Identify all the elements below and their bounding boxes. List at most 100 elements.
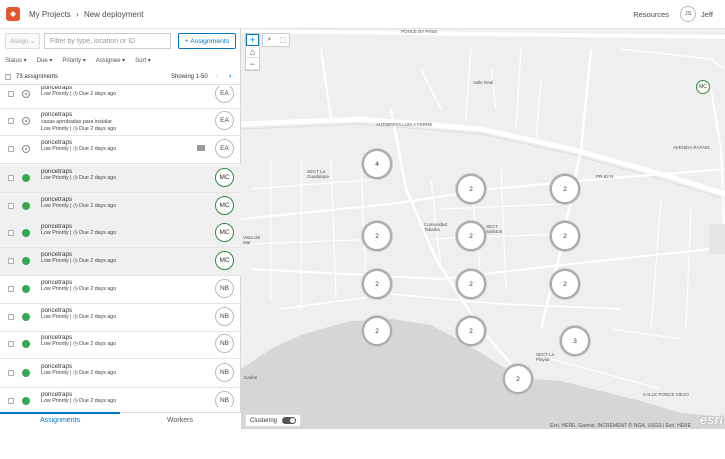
assigned-status-icon: [22, 229, 30, 237]
map-cluster[interactable]: 2: [550, 174, 580, 204]
row-checkbox[interactable]: [8, 286, 14, 292]
map-label: Caribe: [244, 375, 258, 380]
item-due: ◷ Due 2 days ago: [73, 370, 117, 376]
tab-workers[interactable]: Workers: [120, 413, 240, 459]
list-item[interactable]: poncetraps Low Priority | ◷ Due 2 days ag…: [0, 304, 241, 332]
list-item[interactable]: poncetraps Low Priority | ◷ Due 2 days ag…: [0, 220, 241, 248]
item-due: ◷ Due 2 days ago: [73, 91, 117, 97]
row-checkbox[interactable]: [8, 398, 14, 404]
item-meta: Low Priority | ◷ Due 2 days ago: [41, 398, 116, 404]
filter-sort[interactable]: Sort ▾: [135, 57, 151, 64]
breadcrumb-parent[interactable]: My Projects: [29, 10, 71, 19]
list-item[interactable]: poncetraps Low Priority | ◷ Due 2 days ag…: [0, 331, 241, 359]
prev-page-icon[interactable]: ‹: [216, 71, 219, 80]
assignee-avatar[interactable]: EA: [215, 86, 234, 103]
item-priority: Low Priority: [41, 175, 69, 181]
assigned-status-icon: [22, 313, 30, 321]
row-checkbox[interactable]: [8, 91, 14, 97]
item-due: ◷ Due 2 days ago: [73, 258, 117, 264]
add-assignments-button[interactable]: + Assignments: [178, 33, 236, 49]
map-cluster[interactable]: 3: [560, 326, 590, 356]
item-due: ◷ Due 2 days ago: [73, 175, 117, 181]
list-item[interactable]: poncetraps Low Priority | ◷ Due 2 days ag…: [0, 165, 241, 193]
filter-due[interactable]: Due ▾: [37, 57, 53, 64]
map-cluster[interactable]: 2: [362, 316, 392, 346]
top-bar: My Projects › New deployment Resources J…: [0, 0, 725, 29]
map-cluster[interactable]: 2: [550, 269, 580, 299]
clustering-toggle[interactable]: [282, 417, 297, 424]
assignee-avatar[interactable]: NB: [215, 391, 234, 407]
map-label: Vista del Mar: [243, 235, 261, 245]
map-cluster[interactable]: 2: [456, 269, 486, 299]
map-search-icon[interactable]: ⌕: [263, 34, 276, 46]
assigned-status-icon: [22, 285, 30, 293]
map-label: Comunidad Tabaiba: [424, 222, 448, 232]
list-item[interactable]: poncetraps casas aprobadas para instalar L…: [0, 108, 241, 136]
assignee-avatar[interactable]: EA: [215, 111, 234, 130]
assignee-avatar[interactable]: NB: [215, 279, 234, 298]
assignee-avatar[interactable]: EA: [215, 139, 234, 158]
row-checkbox[interactable]: [8, 341, 14, 347]
resources-link[interactable]: Resources: [633, 10, 669, 19]
user-avatar[interactable]: JS: [680, 6, 697, 22]
map-label: SECT La Playita: [536, 352, 555, 362]
row-checkbox[interactable]: [8, 230, 14, 236]
worker-marker[interactable]: MC: [696, 80, 710, 94]
map-cluster[interactable]: 4: [362, 149, 392, 179]
map-cluster[interactable]: 2: [456, 221, 486, 251]
list-item[interactable]: poncetraps Low Priority | ◷ Due 2 days ag…: [0, 388, 241, 407]
filter-search-input[interactable]: [44, 33, 171, 49]
next-page-icon[interactable]: ›: [229, 71, 232, 80]
row-checkbox[interactable]: [8, 258, 14, 264]
clustering-toggle-box: Clustering: [245, 414, 302, 427]
assignee-avatar[interactable]: NB: [215, 334, 234, 353]
map-cluster[interactable]: 2: [362, 221, 392, 251]
assigned-status-icon: [22, 397, 30, 405]
item-meta: Low Priority | ◷ Due 2 days ago: [41, 146, 116, 152]
select-area-icon[interactable]: ⬚: [276, 34, 289, 46]
map-cluster[interactable]: 2: [503, 364, 533, 394]
item-priority: Low Priority: [41, 398, 69, 404]
filter-assignee[interactable]: Assignee ▾: [96, 57, 125, 64]
filter-priority[interactable]: Priority ▾: [62, 57, 85, 64]
list-item[interactable]: poncetraps Low Priority | ◷ Due 2 days ag…: [0, 193, 241, 221]
map-cluster[interactable]: 2: [362, 269, 392, 299]
comment-icon: [197, 145, 205, 151]
map-view[interactable]: PONCE BY PASS AUTOPISTA LUIS A FERRE PR-…: [241, 29, 725, 429]
row-checkbox[interactable]: [8, 146, 14, 152]
tab-assignments[interactable]: Assignments: [0, 412, 120, 459]
assignee-avatar[interactable]: NB: [215, 307, 234, 326]
assignee-avatar[interactable]: MC: [215, 196, 234, 215]
row-checkbox[interactable]: [8, 175, 14, 181]
list-item[interactable]: poncetraps Low Priority | ◷ Due 2 days ag…: [0, 248, 241, 276]
row-checkbox[interactable]: [8, 118, 14, 124]
assignee-avatar[interactable]: NB: [215, 363, 234, 382]
zoom-out-button[interactable]: −: [246, 58, 259, 70]
assignee-avatar[interactable]: MC: [215, 223, 234, 242]
map-cluster[interactable]: 2: [456, 316, 486, 346]
row-checkbox[interactable]: [8, 203, 14, 209]
map-label: Valle Real: [473, 80, 494, 85]
row-checkbox[interactable]: [8, 370, 14, 376]
item-title: poncetraps: [41, 391, 73, 398]
map-cluster[interactable]: 2: [456, 174, 486, 204]
user-name[interactable]: Jeff: [701, 10, 713, 19]
assignee-avatar[interactable]: MC: [215, 251, 234, 270]
list-item[interactable]: poncetraps Low Priority | ◷ Due 2 days ag…: [0, 276, 241, 304]
assign-dropdown-button[interactable]: Assign ⌄: [5, 33, 40, 49]
select-all-checkbox[interactable]: [5, 73, 11, 80]
list-item[interactable]: poncetraps Low Priority | ◷ Due 2 days ag…: [0, 136, 241, 164]
list-item[interactable]: poncetraps Low Priority | ◷ Due 2 days ag…: [0, 360, 241, 388]
app-logo-icon[interactable]: [6, 7, 20, 21]
home-button[interactable]: ⌂: [246, 46, 259, 58]
zoom-in-button[interactable]: +: [246, 34, 259, 46]
list-item[interactable]: poncetraps Low Priority | ◷ Due 2 days ag…: [0, 86, 241, 109]
top-right-menu: Resources JS Jeff: [633, 6, 713, 22]
row-checkbox[interactable]: [8, 314, 14, 320]
item-priority: Low Priority: [41, 286, 69, 292]
assigned-status-icon: [22, 340, 30, 348]
filter-status[interactable]: Status ▾: [5, 57, 27, 64]
assignee-avatar[interactable]: MC: [215, 168, 234, 187]
map-label: SECT La Guadalupe: [307, 169, 330, 179]
map-cluster[interactable]: 2: [550, 221, 580, 251]
